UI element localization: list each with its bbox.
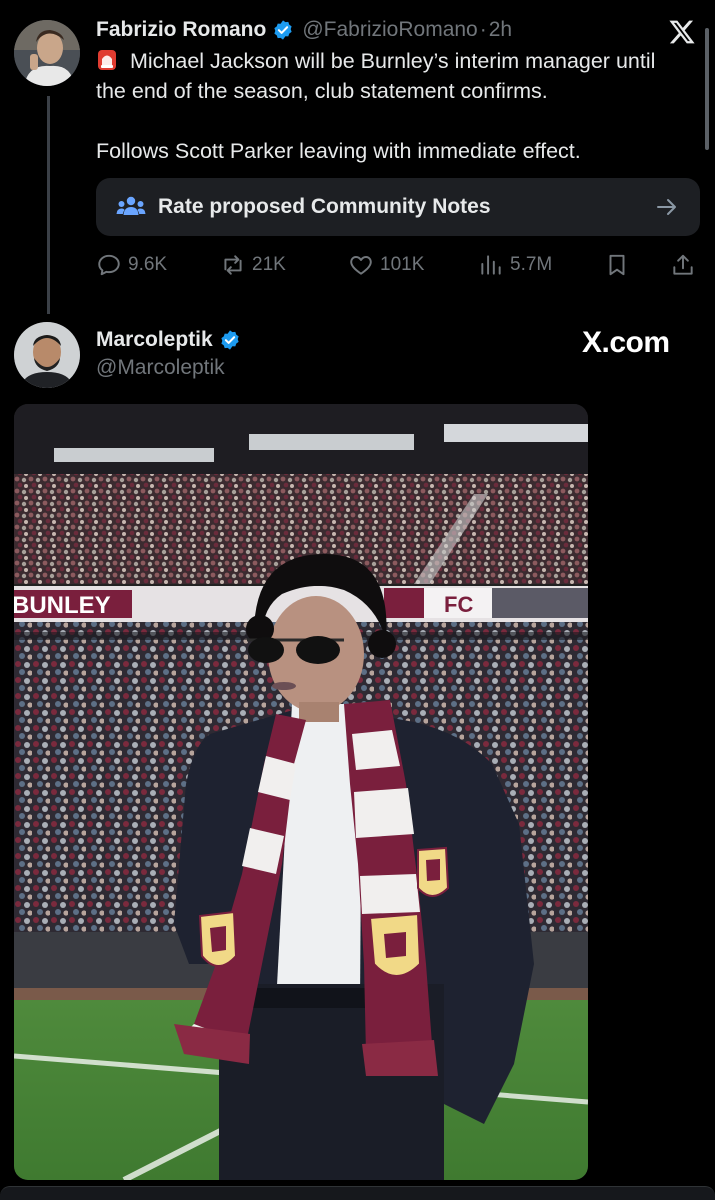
repost-icon [224, 255, 242, 275]
heart-icon [350, 256, 372, 275]
author-name[interactable]: Fabrizio Romano [96, 18, 266, 42]
post-image[interactable]: BUNLEY FC [14, 404, 588, 1180]
reply-button[interactable]: 9.6K [96, 250, 167, 280]
embedded-author-avatar[interactable] [14, 322, 80, 388]
embedded-header: Marcoleptik [96, 328, 241, 352]
people-icon [116, 196, 146, 215]
sign-left-text: BUNLEY [14, 592, 111, 619]
bookmark-icon [609, 254, 625, 276]
siren-emoji-icon [98, 50, 116, 70]
embedded-author-handle[interactable]: @Marcoleptik [96, 356, 225, 380]
action-bar: 9.6K 21K 101K 5.7M [96, 250, 700, 280]
x-logo-icon[interactable] [668, 18, 696, 46]
separator: · [479, 18, 487, 41]
timestamp[interactable]: 2h [489, 18, 512, 42]
community-notes-button[interactable]: Rate proposed Community Notes [96, 178, 700, 236]
views-button[interactable]: 5.7M [478, 250, 552, 280]
tweet-body: Michael Jackson will be Burnley’s interi… [96, 46, 686, 166]
like-count: 101K [380, 254, 425, 275]
share-button[interactable] [670, 250, 702, 280]
stadium-photo: BUNLEY FC [14, 404, 588, 1180]
sign-right-text: FC [444, 592, 473, 617]
tweet-header: Fabrizio Romano @FabrizioRomano · 2h [96, 16, 512, 44]
share-icon [673, 254, 693, 275]
tweet-line-2: Follows Scott Parker leaving with immedi… [96, 139, 581, 163]
tweet-line-1: Michael Jackson will be Burnley’s interi… [96, 49, 656, 103]
reply-icon [98, 254, 120, 276]
views-icon [481, 255, 501, 275]
arrow-right-icon [657, 199, 676, 215]
bookmark-button[interactable] [604, 250, 636, 280]
bottom-panel-edge [0, 1186, 715, 1200]
views-count: 5.7M [510, 254, 553, 275]
verified-badge-icon [274, 20, 292, 40]
scrollbar[interactable] [705, 28, 709, 150]
repost-button[interactable]: 21K [220, 250, 286, 280]
author-avatar[interactable] [14, 20, 80, 86]
xcom-watermark: X.com [582, 326, 670, 359]
thread-line [47, 96, 50, 314]
reply-count: 9.6K [128, 254, 168, 275]
repost-count: 21K [252, 254, 286, 275]
verified-badge-icon [221, 330, 239, 350]
embedded-author-name[interactable]: Marcoleptik [96, 328, 213, 352]
author-handle[interactable]: @FabrizioRomano [302, 18, 477, 42]
like-button[interactable]: 101K [348, 250, 424, 280]
community-notes-label: Rate proposed Community Notes [158, 195, 491, 218]
